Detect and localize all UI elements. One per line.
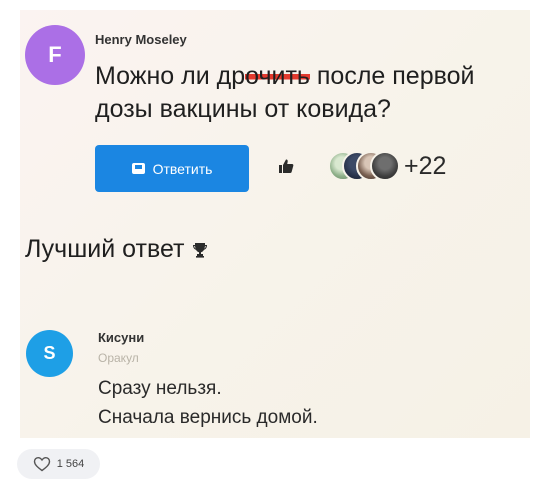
question-text-start: Можно ли др	[95, 62, 246, 90]
best-answer-heading: Лучший ответ	[25, 235, 208, 264]
answer-line: Сначала вернись домой.	[98, 407, 318, 428]
answer-author-role: Оракул	[98, 351, 139, 365]
question-text: Можно ли дрочить после первой дозы вакци…	[95, 60, 530, 126]
best-answer-title: Лучший ответ	[25, 235, 185, 263]
user-avatar	[370, 151, 400, 181]
answer-author-avatar[interactable]: S	[26, 330, 73, 377]
chat-icon	[131, 163, 145, 174]
like-button[interactable]: 1 564	[17, 449, 100, 479]
reply-button[interactable]: Ответить	[95, 145, 249, 192]
question-author-name[interactable]: Henry Moseley	[95, 32, 187, 47]
reply-button-label: Ответить	[152, 160, 213, 177]
answer-line: Сразу нельзя.	[98, 378, 222, 399]
question-author-avatar[interactable]: F	[25, 25, 85, 85]
question-card: F Henry Moseley Можно ли дрочить после п…	[20, 10, 530, 438]
trophy-icon	[193, 242, 208, 258]
answer-text: Сразу нельзя. Сначала вернись домой.	[98, 374, 318, 432]
more-likers-count[interactable]: +22	[404, 152, 446, 181]
thumbs-up-icon[interactable]	[278, 158, 294, 174]
liked-users-avatars[interactable]	[328, 151, 400, 181]
question-text-struck: очить	[245, 62, 310, 90]
like-count: 1 564	[56, 458, 85, 470]
heart-icon	[33, 456, 50, 472]
answer-author-name[interactable]: Кисуни	[98, 330, 144, 345]
